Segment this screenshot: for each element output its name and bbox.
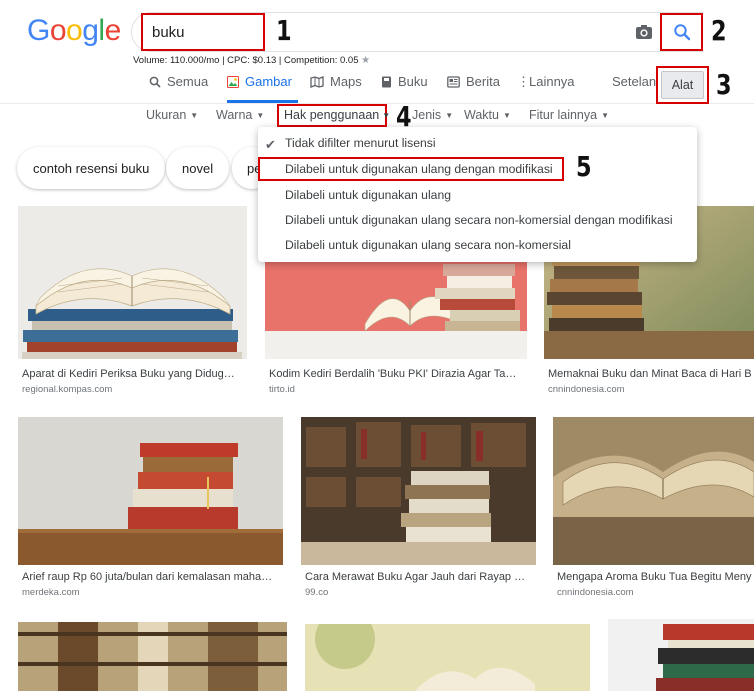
result-image[interactable] — [305, 624, 590, 691]
caret-down-icon: ▼ — [445, 111, 454, 120]
keyword-volume: Volume: 110.000/mo | CPC: $0.13 | Compet… — [133, 55, 370, 66]
callout-5: 5 — [576, 150, 592, 183]
map-icon — [310, 75, 324, 88]
tab-label: Buku — [398, 74, 428, 89]
license-option[interactable]: Dilabeli untuk digunakan ulang secara no… — [285, 213, 673, 227]
filter-label: Ukuran — [146, 108, 187, 122]
filter-label: Jenis — [412, 108, 442, 122]
search-tabs: Semua Gambar Maps Buku Berita ⋮ Lainnya … — [0, 74, 754, 96]
result-image[interactable] — [553, 417, 754, 565]
filter-label: Warna — [216, 108, 253, 122]
result-caption[interactable]: Kodim Kediri Berdalih 'Buku PKI' Dirazia… — [269, 368, 523, 380]
logo-letter: e — [104, 14, 122, 47]
tools-highlight: Alat — [656, 66, 709, 104]
caret-down-icon: ▼ — [601, 111, 610, 120]
settings-link[interactable]: Setelan — [612, 74, 656, 89]
tab-buku[interactable]: Buku — [381, 74, 428, 89]
tab-label: Semua — [167, 74, 209, 89]
image-icon — [227, 75, 239, 88]
tab-gambar[interactable]: Gambar — [227, 74, 292, 89]
caret-down-icon: ▼ — [382, 111, 391, 120]
search-button[interactable] — [660, 13, 703, 51]
search-icon — [149, 76, 161, 88]
callout-2: 2 — [711, 14, 727, 47]
license-option[interactable]: Dilabeli untuk digunakan ulang dengan mo… — [285, 162, 553, 176]
caret-down-icon: ▼ — [190, 111, 199, 120]
license-dropdown: ✔ Tidak difilter menurut lisensi Dilabel… — [258, 127, 697, 262]
filter-label: Fitur lainnya — [529, 108, 598, 122]
tools-button[interactable]: Alat — [661, 71, 704, 99]
logo-letter: o — [49, 14, 67, 47]
filter-waktu[interactable]: Waktu ▼ — [464, 108, 511, 122]
chip-label: novel — [182, 160, 214, 176]
logo-letter: o — [66, 14, 83, 47]
result-source: merdeka.com — [22, 587, 80, 598]
camera-icon[interactable] — [634, 22, 654, 42]
tab-semua[interactable]: Semua — [149, 74, 208, 89]
tab-maps[interactable]: Maps — [310, 74, 362, 89]
caret-down-icon: ▼ — [502, 111, 511, 120]
result-caption[interactable]: Aparat di Kediri Periksa Buku yang Didug… — [22, 368, 244, 380]
result-caption[interactable]: Mengapa Aroma Buku Tua Begitu Meny — [557, 571, 754, 583]
result-image[interactable] — [18, 206, 247, 359]
news-icon — [447, 75, 460, 88]
callout-1: 1 — [276, 14, 292, 47]
result-image[interactable] — [18, 622, 287, 691]
filter-fitur-lainnya[interactable]: Fitur lainnya ▼ — [529, 108, 609, 122]
filter-warna[interactable]: Warna ▼ — [216, 108, 264, 122]
result-source: tirto.id — [269, 384, 295, 395]
book-icon — [382, 76, 391, 87]
result-image[interactable] — [18, 417, 283, 565]
result-source: cnnindonesia.com — [548, 384, 625, 395]
related-chip[interactable]: novel — [166, 147, 230, 189]
license-option[interactable]: Dilabeli untuk digunakan ulang secara no… — [285, 238, 571, 252]
license-option[interactable]: Tidak difilter menurut lisensi — [285, 136, 436, 150]
search-icon — [673, 24, 690, 41]
result-caption[interactable]: Cara Merawat Buku Agar Jauh dari Rayap … — [305, 571, 533, 583]
logo-letter: G — [27, 14, 50, 47]
star-icon[interactable]: ★ — [361, 55, 370, 66]
result-source: regional.kompas.com — [22, 384, 113, 395]
logo-letter: g — [82, 14, 99, 47]
settings-label: Setelan — [612, 74, 657, 89]
result-caption[interactable]: Arief raup Rp 60 juta/bulan dari kemalas… — [22, 571, 280, 583]
filter-label: Hak penggunaan — [284, 108, 380, 122]
license-option[interactable]: Dilabeli untuk digunakan ulang — [285, 188, 451, 202]
filter-jenis[interactable]: Jenis ▼ — [412, 108, 453, 122]
more-vert-icon: ⋮ — [517, 73, 530, 89]
tab-label: Maps — [330, 74, 362, 89]
volume-text: Volume: 110.000/mo | CPC: $0.13 | Compet… — [133, 55, 359, 66]
result-source: 99.co — [305, 587, 329, 598]
tab-label: Lainnya — [529, 74, 575, 89]
chip-label: contoh resensi buku — [33, 160, 150, 176]
filter-label: Waktu — [464, 108, 499, 122]
check-icon: ✔ — [265, 137, 276, 152]
tab-berita[interactable]: Berita — [447, 74, 500, 89]
filter-ukuran[interactable]: Ukuran ▼ — [146, 108, 198, 122]
result-source: cnnindonesia.com — [557, 587, 634, 598]
result-caption[interactable]: Memaknai Buku dan Minat Baca di Hari B — [548, 368, 754, 380]
tab-lainnya[interactable]: ⋮ Lainnya — [517, 74, 575, 89]
caret-down-icon: ▼ — [256, 111, 265, 120]
tools-label: Alat — [671, 78, 694, 92]
filter-hak-penggunaan[interactable]: Hak penggunaan ▼ — [277, 104, 391, 127]
search-input[interactable] — [141, 13, 265, 51]
google-logo[interactable]: Google — [27, 14, 121, 48]
tab-label: Gambar — [245, 74, 292, 89]
tab-label: Berita — [466, 74, 500, 89]
related-chip[interactable]: contoh resensi buku — [17, 147, 166, 189]
result-image[interactable] — [301, 417, 536, 565]
callout-3: 3 — [716, 68, 732, 101]
result-image[interactable] — [608, 619, 754, 691]
